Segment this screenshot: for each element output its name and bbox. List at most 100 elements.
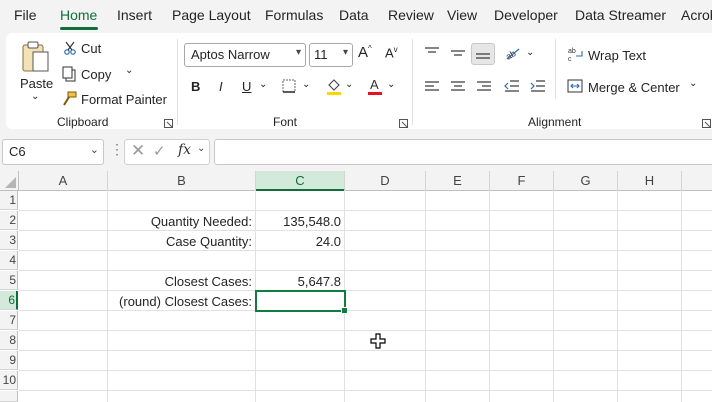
paste-label[interactable]: Paste — [20, 76, 53, 91]
tab-developer[interactable]: Developer — [494, 7, 558, 23]
cell-b3[interactable]: Case Quantity: — [166, 234, 252, 249]
align-center-icon[interactable] — [450, 80, 466, 94]
tab-insert[interactable]: Insert — [117, 7, 152, 23]
font-color-icon[interactable]: A — [367, 77, 383, 95]
copy-button[interactable]: Copy — [81, 67, 111, 82]
chevron-down-icon[interactable]: ⌄ — [197, 143, 205, 154]
align-right-icon[interactable] — [476, 80, 492, 94]
borders-dropdown-icon[interactable]: ⌄ — [302, 79, 310, 90]
fill-color-icon[interactable] — [326, 77, 342, 95]
active-cell-c6[interactable] — [255, 290, 346, 312]
underline-dropdown-icon[interactable]: ⌄ — [259, 79, 267, 90]
select-all-corner[interactable] — [0, 171, 19, 191]
gridline — [681, 190, 682, 402]
row-header-9[interactable]: 9 — [0, 351, 18, 370]
fill-color-dropdown-icon[interactable]: ⌄ — [345, 79, 353, 90]
font-color-dropdown-icon[interactable]: ⌄ — [387, 79, 395, 90]
borders-icon[interactable] — [282, 79, 296, 93]
column-header-c[interactable]: C — [256, 171, 345, 191]
formula-input[interactable] — [214, 139, 712, 165]
tab-data-streamer[interactable]: Data Streamer — [575, 7, 666, 23]
insert-function-icon[interactable]: fx — [178, 142, 191, 158]
gridline — [19, 390, 712, 391]
italic-button[interactable]: I — [219, 79, 223, 94]
align-bottom-button[interactable] — [471, 43, 495, 65]
column-header-e[interactable]: E — [426, 171, 490, 191]
tab-acrobat[interactable]: Acrob — [681, 7, 712, 23]
row-header-3[interactable]: 3 — [0, 231, 18, 250]
format-painter-icon — [61, 91, 77, 107]
format-painter-button[interactable]: Format Painter — [81, 92, 167, 107]
copy-dropdown-chevron-icon[interactable]: ⌄ — [125, 65, 133, 76]
increase-font-size-icon[interactable]: A^ — [358, 44, 372, 61]
row-header-4[interactable]: 4 — [0, 251, 18, 270]
align-left-icon[interactable] — [424, 80, 440, 94]
orientation-icon[interactable]: ab — [504, 45, 522, 62]
cell-c2[interactable]: 135,548.0 — [283, 214, 341, 229]
merge-center-dropdown-icon[interactable]: ⌄ — [689, 78, 697, 89]
tab-home[interactable]: Home — [60, 7, 97, 23]
gridline — [19, 330, 712, 331]
align-middle-icon[interactable] — [450, 46, 466, 60]
bold-button[interactable]: B — [191, 79, 200, 94]
spreadsheet-grid: A B C D E F G H 1 2 3 4 5 6 7 8 9 10 Qua… — [0, 171, 712, 402]
merge-center-button[interactable]: Merge & Center — [588, 80, 680, 95]
wrap-text-button[interactable]: Wrap Text — [588, 48, 646, 63]
row-header-11[interactable] — [0, 391, 18, 402]
increase-indent-icon[interactable] — [530, 79, 546, 93]
cell-cursor-icon — [370, 333, 386, 349]
column-header-d[interactable]: D — [345, 171, 426, 191]
row-header-1[interactable]: 1 — [0, 191, 18, 210]
name-box-value: C6 — [9, 144, 26, 159]
tab-view[interactable]: View — [447, 7, 477, 23]
font-size-dropdown[interactable]: 11 ▾ — [309, 43, 353, 67]
row-header-5[interactable]: 5 — [0, 271, 18, 290]
column-header-a[interactable]: A — [19, 171, 108, 191]
column-header-f[interactable]: F — [490, 171, 554, 191]
underline-button[interactable]: U — [242, 79, 251, 94]
gridline — [19, 310, 712, 311]
alignment-launcher-icon[interactable] — [702, 115, 711, 128]
cell-b5[interactable]: Closest Cases: — [165, 274, 252, 289]
tab-review[interactable]: Review — [388, 7, 434, 23]
cell-c5[interactable]: 5,647.8 — [298, 274, 341, 289]
font-name-dropdown[interactable]: Aptos Narrow ▾ — [184, 43, 306, 67]
fill-handle[interactable] — [341, 307, 348, 314]
row-header-8[interactable]: 8 — [0, 331, 18, 350]
row-header-6[interactable]: 6 — [0, 291, 18, 310]
cancel-icon[interactable]: ✕ — [131, 141, 145, 161]
align-top-icon[interactable] — [424, 46, 440, 60]
orientation-dropdown-icon[interactable]: ⌄ — [526, 47, 534, 58]
more-options-icon[interactable]: ⋮ — [110, 141, 124, 158]
column-header-partial[interactable] — [682, 171, 712, 191]
decrease-indent-icon[interactable] — [504, 79, 520, 93]
row-header-2[interactable]: 2 — [0, 211, 18, 230]
svg-text:ab: ab — [568, 48, 576, 55]
tab-data[interactable]: Data — [339, 7, 369, 23]
tab-formulas[interactable]: Formulas — [265, 7, 323, 23]
tab-page-layout[interactable]: Page Layout — [172, 7, 251, 23]
enter-icon[interactable]: ✓ — [153, 142, 166, 160]
column-header-b[interactable]: B — [108, 171, 256, 191]
gridline — [19, 350, 712, 351]
cell-b6[interactable]: (round) Closest Cases: — [119, 294, 252, 309]
column-header-g[interactable]: G — [554, 171, 618, 191]
cut-button[interactable]: Cut — [81, 41, 101, 56]
chevron-down-icon[interactable]: ⌄ — [90, 143, 99, 156]
column-header-h[interactable]: H — [618, 171, 682, 191]
row-header-10[interactable]: 10 — [0, 371, 18, 390]
cell-c3[interactable]: 24.0 — [316, 234, 341, 249]
font-launcher-icon[interactable] — [399, 115, 408, 128]
paste-icon[interactable] — [20, 40, 52, 74]
row-header-7[interactable]: 7 — [0, 311, 18, 330]
decrease-font-size-icon[interactable]: Av — [385, 45, 398, 60]
cell-b2[interactable]: Quantity Needed: — [151, 214, 252, 229]
tab-file[interactable]: File — [14, 7, 37, 23]
chevron-down-icon: ▾ — [295, 47, 301, 58]
paste-dropdown-chevron-icon[interactable]: ⌄ — [31, 91, 39, 102]
font-name-value: Aptos Narrow — [191, 47, 270, 62]
clipboard-launcher-icon[interactable] — [164, 115, 173, 128]
gridline — [107, 190, 108, 402]
gridline — [489, 190, 490, 402]
name-box[interactable]: C6 ⌄ — [2, 139, 104, 165]
